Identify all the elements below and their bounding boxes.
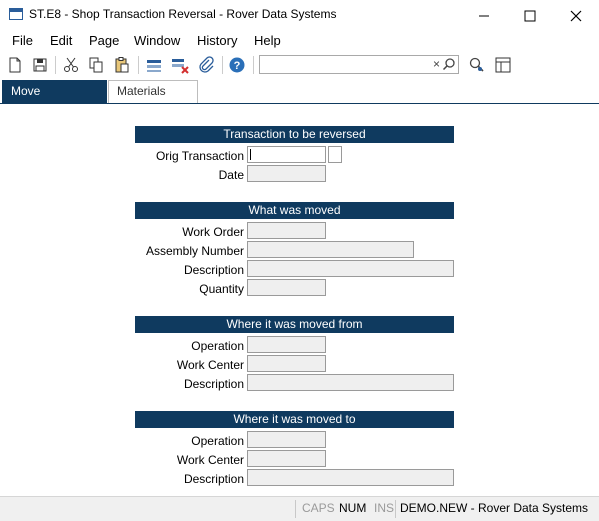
status-divider — [295, 500, 296, 518]
status-divider — [395, 500, 396, 518]
quantity-field[interactable] — [247, 279, 326, 296]
menu-history[interactable]: History — [197, 33, 237, 48]
from-description-field[interactable] — [247, 374, 454, 391]
text-cursor — [250, 149, 251, 160]
save-icon[interactable] — [31, 56, 49, 74]
paste-icon[interactable] — [113, 56, 131, 74]
section-header-moved-to: Where it was moved to — [135, 411, 454, 428]
maximize-icon — [524, 10, 536, 22]
svg-text:?: ? — [234, 60, 241, 72]
orig-transaction-label: Orig Transaction — [155, 149, 244, 163]
num-lock-indicator: NUM — [339, 501, 367, 515]
close-icon — [570, 10, 582, 22]
help-icon[interactable]: ? — [228, 56, 246, 74]
from-work-center-label: Work Center — [176, 358, 244, 372]
section-header-moved-from: Where it was moved from — [135, 316, 454, 333]
menu-file[interactable]: File — [12, 33, 33, 48]
title-bar: ST.E8 - Shop Transaction Reversal - Rove… — [0, 0, 599, 30]
to-work-center-label: Work Center — [176, 453, 244, 467]
section-header-what-was-moved: What was moved — [135, 202, 454, 219]
copy-icon[interactable] — [87, 56, 105, 74]
search-input[interactable]: × — [259, 55, 459, 74]
from-operation-label: Operation — [191, 339, 244, 353]
tab-move-instructions[interactable]: Move Intructions — [2, 80, 107, 119]
from-operation-field[interactable] — [247, 336, 326, 353]
assembly-number-field[interactable] — [247, 241, 414, 258]
to-work-center-field[interactable] — [247, 450, 326, 467]
status-bar: CAPS NUM INS DEMO.NEW - Rover Data Syste… — [0, 496, 599, 521]
search-clear-button[interactable]: × — [433, 57, 440, 71]
attach-icon[interactable] — [197, 56, 215, 74]
maximize-button[interactable] — [507, 0, 553, 30]
menu-help[interactable]: Help — [254, 33, 281, 48]
work-order-field[interactable] — [247, 222, 326, 239]
minimize-button[interactable] — [461, 0, 507, 30]
caps-lock-indicator: CAPS — [302, 501, 335, 515]
app-window-icon — [9, 8, 23, 20]
find-user-icon[interactable] — [468, 56, 486, 74]
close-button[interactable] — [553, 0, 599, 30]
work-order-label: Work Order — [182, 225, 244, 239]
assembly-number-label: Assembly Number — [145, 244, 244, 258]
moved-description-field[interactable] — [247, 260, 454, 277]
menu-bar: File Edit Page Window History Help — [0, 30, 599, 51]
tab-strip: Move Intructions Materials Used — [0, 78, 599, 119]
toolbar-separator — [55, 56, 56, 74]
menu-page[interactable]: Page — [89, 33, 119, 48]
orig-transaction-field[interactable] — [247, 146, 326, 163]
date-label: Date — [218, 168, 244, 182]
toolbar: ? × — [0, 52, 599, 77]
window-title: ST.E8 - Shop Transaction Reversal - Rove… — [29, 7, 337, 21]
insert-row-icon[interactable] — [145, 56, 163, 74]
to-description-field[interactable] — [247, 469, 454, 486]
toolbar-separator — [138, 56, 139, 74]
cut-icon[interactable] — [62, 56, 80, 74]
moved-description-label: Description — [183, 263, 244, 277]
date-field[interactable] — [247, 165, 326, 182]
section-header-reversal: Transaction to be reversed — [135, 126, 454, 143]
to-description-label: Description — [183, 472, 244, 486]
form-area: Transaction to be reversed Orig Transact… — [0, 104, 599, 496]
quantity-label: Quantity — [199, 282, 244, 296]
to-operation-field[interactable] — [247, 431, 326, 448]
from-description-label: Description — [183, 377, 244, 391]
search-icon[interactable] — [442, 57, 456, 71]
panel-layout-icon[interactable] — [494, 56, 512, 74]
insert-mode-indicator: INS — [374, 501, 395, 515]
menu-window[interactable]: Window — [134, 33, 180, 48]
toolbar-separator — [253, 56, 254, 74]
account-context: DEMO.NEW - Rover Data Systems — [400, 501, 589, 515]
minimize-icon — [479, 15, 489, 17]
orig-transaction-lookup-button[interactable] — [328, 146, 342, 163]
from-work-center-field[interactable] — [247, 355, 326, 372]
tab-materials-used[interactable]: Materials Used — [108, 80, 198, 119]
delete-row-icon[interactable] — [171, 56, 189, 74]
to-operation-label: Operation — [191, 434, 244, 448]
new-icon[interactable] — [6, 56, 24, 74]
toolbar-separator — [222, 56, 223, 74]
menu-edit[interactable]: Edit — [50, 33, 72, 48]
